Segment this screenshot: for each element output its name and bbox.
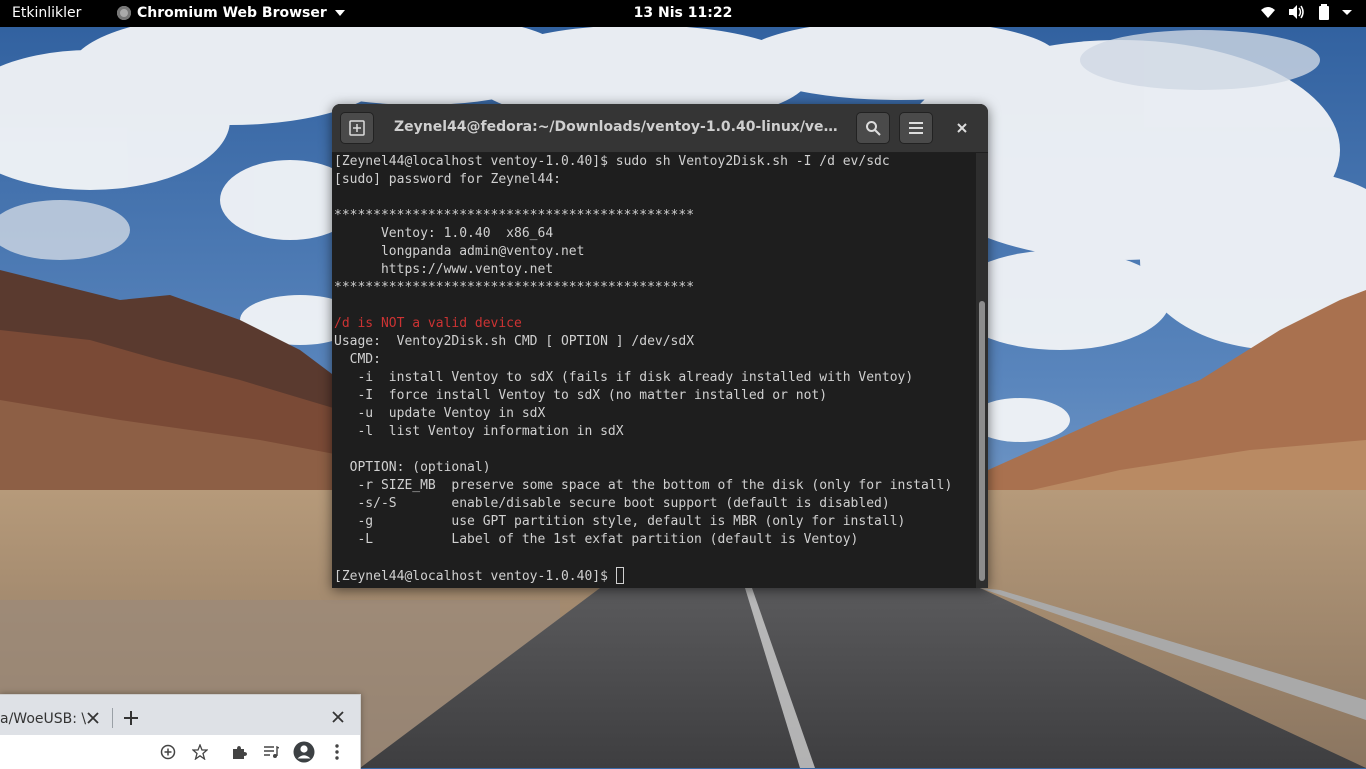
chevron-down-icon: [334, 10, 345, 16]
app-menu-label: Chromium Web Browser: [137, 5, 327, 21]
search-button[interactable]: [856, 112, 890, 144]
extensions-puzzle-icon: [233, 746, 247, 759]
terminal-error-line: /d is NOT a valid device: [334, 316, 522, 331]
terminal-line: -u update Ventoy in sdX: [334, 406, 546, 421]
terminal-prompt-line[interactable]: [Zeynel44@localhost ventoy-1.0.40]$: [334, 567, 976, 585]
terminal-line: -r SIZE_MB preserve some space at the bo…: [334, 478, 953, 493]
new-tab-button[interactable]: [340, 112, 374, 144]
window-close-icon[interactable]: [331, 710, 345, 724]
tab-strip: a/WoeUSB: \: [0, 695, 360, 735]
kebab-menu-icon: [335, 744, 339, 760]
bookmark-button[interactable]: [191, 743, 209, 761]
app-menu-button[interactable]: Chromium Web Browser: [117, 5, 345, 21]
battery-icon: [1319, 4, 1329, 20]
terminal-line: OPTION: (optional): [334, 460, 491, 475]
terminal-line: ****************************************…: [334, 280, 695, 295]
close-icon: [957, 123, 967, 133]
hamburger-menu-icon: [909, 122, 923, 134]
terminal-window: Zeynel44@fedora:~/Downloads/ventoy-1.0.4…: [332, 104, 988, 588]
top-bar: Etkinlikler Chromium Web Browser 13 Nis …: [0, 0, 1366, 27]
profile-avatar-icon: [293, 741, 315, 763]
terminal-line: [sudo] password for Zeynel44:: [334, 172, 561, 187]
terminal-line: Ventoy: 1.0.40 x86_64: [334, 226, 554, 241]
media-queue-icon: [264, 745, 279, 758]
terminal-line: -g use GPT partition style, default is M…: [334, 514, 906, 529]
close-window-button[interactable]: [952, 118, 972, 138]
media-queue-button[interactable]: [262, 743, 280, 761]
bookmark-star-icon: [192, 744, 208, 760]
text-cursor: [615, 567, 624, 584]
menu-caret-icon: [1342, 10, 1352, 15]
terminal-headerbar: Zeynel44@fedora:~/Downloads/ventoy-1.0.4…: [332, 104, 988, 153]
new-tab-plus-icon[interactable]: [123, 710, 139, 726]
profile-button[interactable]: [293, 741, 315, 763]
terminal-line: -i install Ventoy to sdX (fails if disk …: [334, 370, 914, 385]
clock-button[interactable]: 13 Nis 11:22: [634, 5, 733, 21]
extensions-button[interactable]: [230, 743, 248, 761]
tab-close-icon[interactable]: [86, 711, 100, 725]
terminal-line: [Zeynel44@localhost ventoy-1.0.40]$ sudo…: [334, 154, 890, 169]
terminal-line: https://www.ventoy.net: [334, 262, 554, 277]
terminal-line: -L Label of the 1st exfat partition (def…: [334, 532, 859, 547]
terminal-line: -I force install Ventoy to sdX (no matte…: [334, 388, 828, 403]
browser-toolbar: [0, 735, 360, 769]
wifi-icon: [1261, 7, 1275, 18]
hamburger-menu-button[interactable]: [899, 112, 933, 144]
terminal-line: longpanda admin@ventoy.net: [334, 244, 585, 259]
terminal-output[interactable]: [Zeynel44@localhost ventoy-1.0.40]$ sudo…: [332, 153, 976, 588]
add-to-page-button[interactable]: [159, 743, 177, 761]
terminal-line: ****************************************…: [334, 208, 695, 223]
search-icon: [866, 121, 881, 136]
terminal-line: -s/-S enable/disable secure boot support…: [334, 496, 890, 511]
terminal-scrollbar[interactable]: [976, 153, 988, 588]
chromium-app-icon: [117, 6, 131, 20]
add-to-page-icon: [160, 744, 176, 760]
terminal-title: Zeynel44@fedora:~/Downloads/ventoy-1.0.4…: [394, 119, 844, 135]
tab-separator: [112, 708, 113, 728]
terminal-line: CMD:: [334, 352, 381, 367]
tab-title: a/WoeUSB: \: [0, 711, 87, 727]
chromium-window: a/WoeUSB: \: [0, 694, 361, 769]
activities-button[interactable]: Etkinlikler: [12, 5, 81, 21]
scrollbar-thumb[interactable]: [979, 301, 985, 581]
terminal-prompt: [Zeynel44@localhost ventoy-1.0.40]$: [334, 569, 616, 584]
kebab-menu-button[interactable]: [328, 743, 346, 761]
terminal-line: -l list Ventoy information in sdX: [334, 424, 624, 439]
system-status-menu[interactable]: [1260, 4, 1352, 20]
new-tab-icon: [349, 120, 365, 136]
volume-icon: [1289, 5, 1304, 19]
terminal-line: Usage: Ventoy2Disk.sh CMD [ OPTION ] /de…: [334, 334, 695, 349]
